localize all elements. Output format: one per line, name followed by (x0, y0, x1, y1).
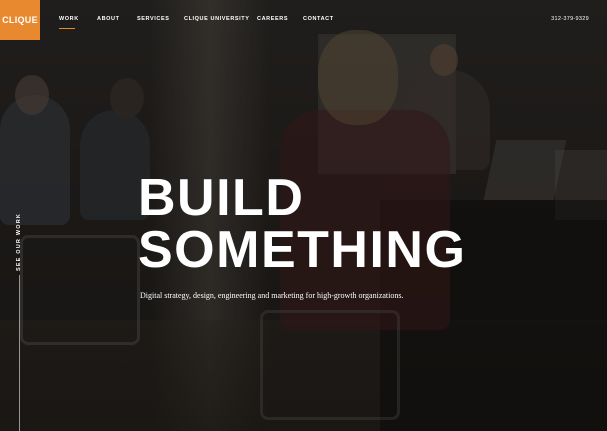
nav-item-contact[interactable]: CONTACT (303, 16, 334, 22)
hero-headline: BUILD SOMETHING (138, 172, 466, 276)
nav-item-work[interactable]: WORK (59, 16, 79, 22)
nav-item-careers[interactable]: CAREERS (257, 16, 288, 22)
logo-text: CLIQUE (2, 15, 38, 25)
nav-item-services[interactable]: SERVICES (137, 16, 170, 22)
nav-item-clique-university[interactable]: CLIQUE UNIVERSITY (184, 16, 250, 22)
phone-number-link[interactable]: 312-379-9329 (551, 16, 589, 22)
see-our-work-label: SEE OUR WORK (16, 212, 23, 272)
nav-item-about[interactable]: ABOUT (97, 16, 120, 22)
see-our-work-link[interactable]: SEE OUR WORK (14, 212, 24, 272)
hero-headline-line-1: BUILD (138, 169, 305, 227)
side-divider-line (19, 275, 20, 431)
nav-active-underline (59, 28, 75, 29)
clique-logo[interactable]: CLIQUE (0, 0, 40, 40)
hero-headline-line-2: SOMETHING (138, 221, 467, 279)
hero-subheadline: Digital strategy, design, engineering an… (140, 291, 404, 300)
